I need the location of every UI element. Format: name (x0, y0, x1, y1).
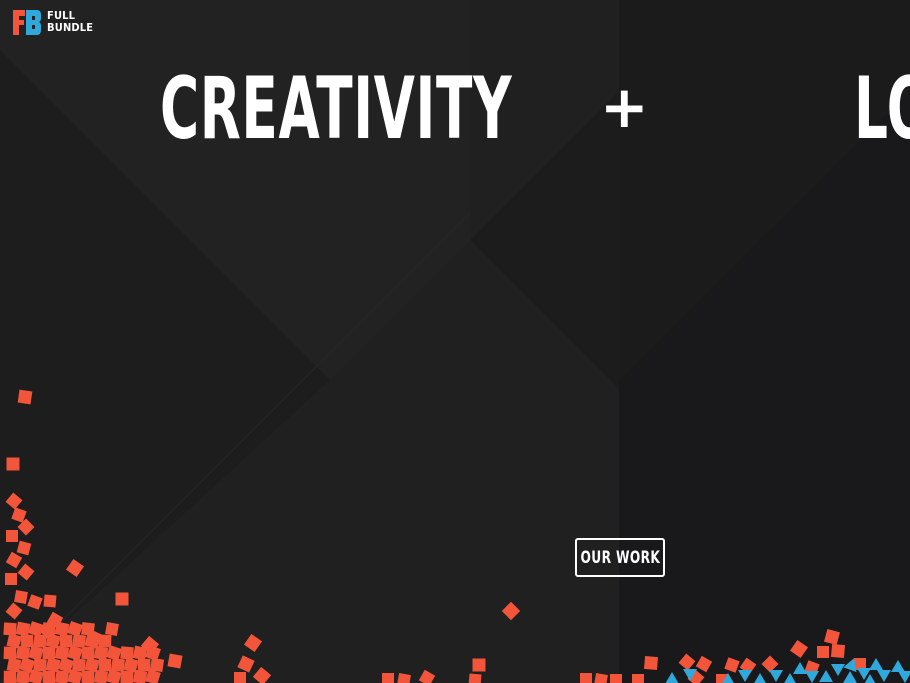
logo-line-bundle: BUNDLE (47, 21, 94, 34)
brand-logo[interactable]: FULL BUNDLE (11, 6, 98, 38)
headline-plus: + (600, 73, 649, 141)
logo-mark-icon (13, 10, 41, 35)
headline-word-logic: LO (854, 59, 910, 159)
hero-stage: FULL BUNDLE CREATIVITY + LO OUR WORK (0, 0, 910, 683)
logo-wordmark: FULL BUNDLE (47, 10, 93, 34)
our-work-button[interactable]: OUR WORK (575, 538, 665, 577)
headline-word-creativity: CREATIVITY (160, 59, 513, 159)
our-work-label: OUR WORK (580, 547, 660, 568)
